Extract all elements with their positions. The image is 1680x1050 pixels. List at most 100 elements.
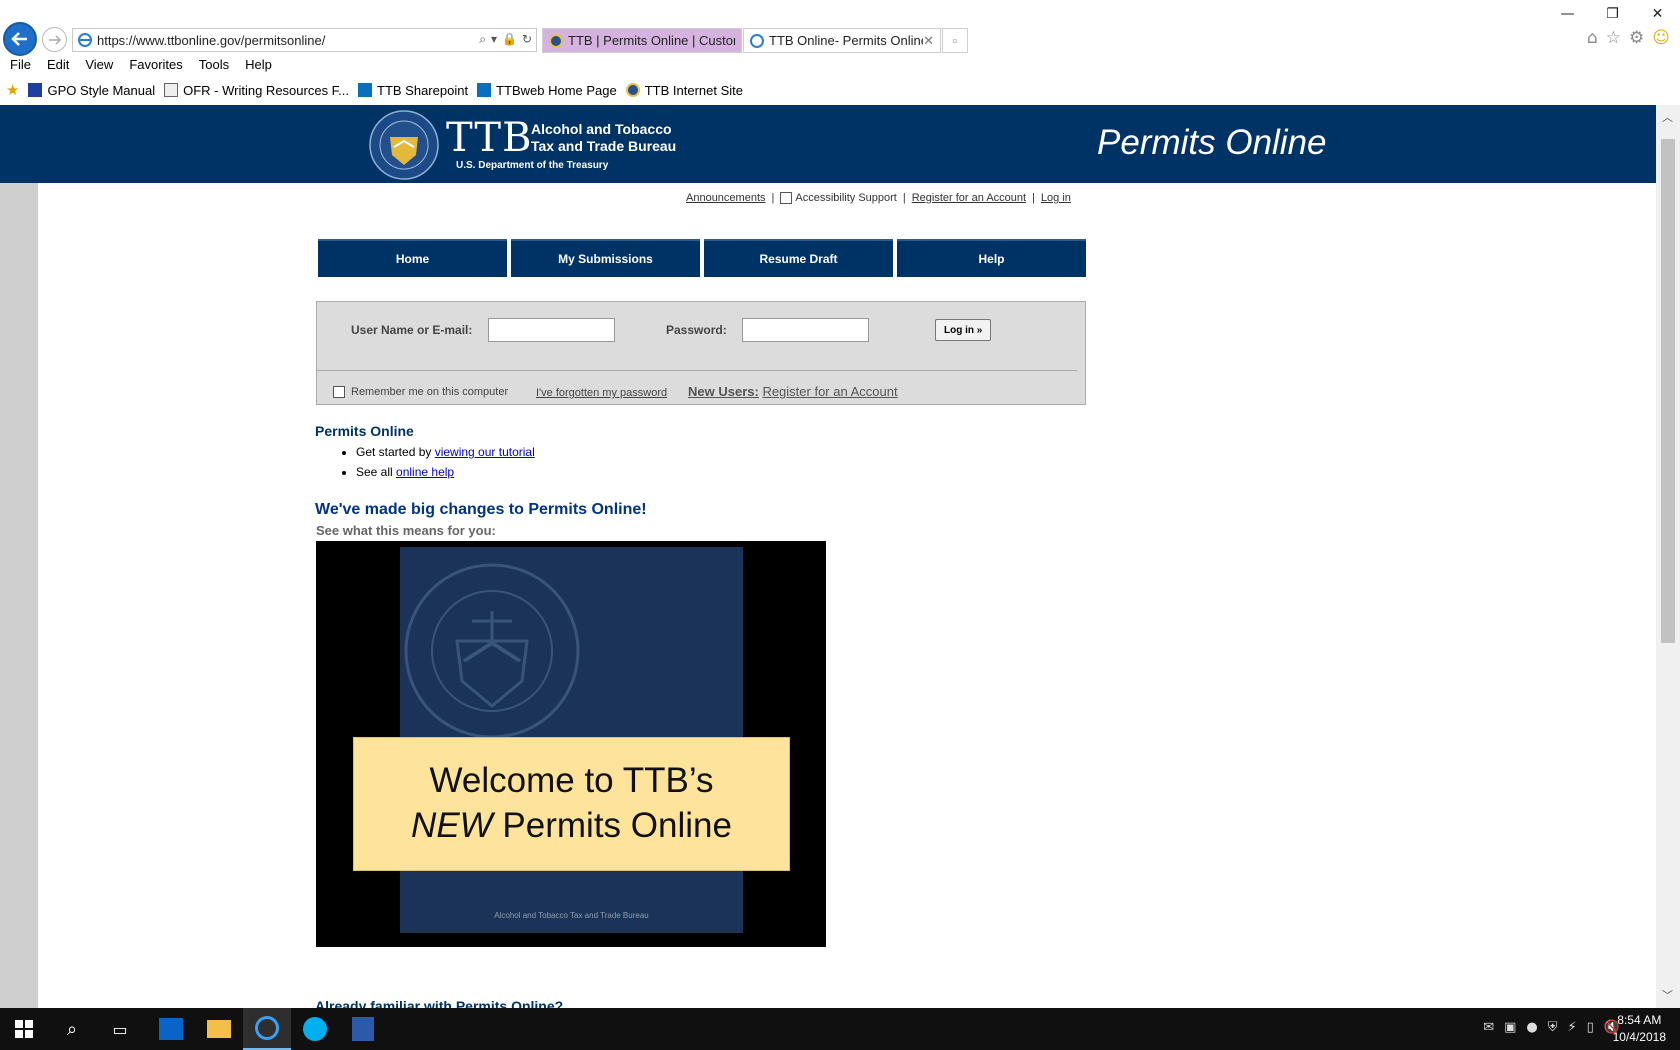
nav-help[interactable]: Help [897, 239, 1086, 277]
arrow-left-icon [11, 32, 27, 46]
menu-view[interactable]: View [85, 57, 113, 72]
changes-heading: We've made big changes to Permits Online… [315, 501, 647, 518]
agency-name: Alcohol and Tobacco Tax and Trade Bureau [531, 121, 676, 155]
chevron-down-icon[interactable]: ▾ [491, 32, 497, 47]
username-input[interactable] [488, 318, 615, 342]
main-nav: Home My Submissions Resume Draft Help [318, 239, 1086, 277]
system-clock[interactable]: 8:54 AM 10/4/2018 [1613, 1012, 1666, 1046]
ttb-seal-logo[interactable] [368, 109, 440, 181]
video-title-line1: Welcome to TTB’s [429, 761, 714, 800]
browser-tab-active[interactable]: TTB Online- Permits Online... ✕ [743, 28, 941, 53]
nav-my-submissions[interactable]: My Submissions [511, 239, 700, 277]
clock-date: 10/4/2018 [1612, 1030, 1666, 1044]
outlook-tray-icon[interactable]: ▣ [1504, 1020, 1516, 1035]
taskbar-skype[interactable] [291, 1008, 339, 1050]
tab-label: TTB | Permits Online | Custom... [568, 33, 735, 48]
start-button[interactable] [0, 1008, 48, 1050]
usb-icon[interactable]: ▯ [1587, 1020, 1594, 1035]
forgot-password-link[interactable]: I've forgotten my password [536, 387, 667, 399]
menu-favorites[interactable]: Favorites [129, 57, 182, 72]
ttb-wordmark[interactable]: TTB [446, 115, 533, 161]
favorite-ttb-sharepoint[interactable]: TTB Sharepoint [358, 83, 468, 98]
new-tab-icon: ▫ [952, 33, 958, 48]
skype-tray-icon[interactable]: ● [1526, 1020, 1537, 1035]
favorite-ofr[interactable]: OFR - Writing Resources F... [164, 83, 349, 98]
department-name: U.S. Department of the Treasury [456, 160, 609, 171]
ie-icon [255, 1016, 279, 1040]
star-icon[interactable]: ☆ [1606, 28, 1621, 48]
scroll-down-icon[interactable]: ﹀ [1662, 987, 1673, 1003]
site-header: TTB Alcohol and Tobacco Tax and Trade Bu… [0, 105, 1656, 183]
remember-me-checkbox[interactable] [333, 386, 345, 398]
menu-help[interactable]: Help [245, 57, 272, 72]
taskbar-internet-explorer[interactable] [243, 1008, 291, 1050]
new-users: New Users: Register for an Account [688, 384, 898, 399]
network-icon[interactable]: ⚡ [1568, 1020, 1577, 1035]
arrow-right-icon [49, 35, 62, 45]
scroll-up-icon[interactable]: ︿ [1662, 109, 1673, 125]
new-tab-button[interactable]: ▫ [942, 28, 968, 53]
minimize-icon[interactable]: — [1545, 0, 1590, 28]
favorite-label: GPO Style Manual [47, 82, 156, 98]
tutorial-link[interactable]: viewing our tutorial [435, 445, 535, 459]
vertical-scrollbar[interactable]: ︿ ﹀ [1656, 105, 1680, 1008]
username-label: User Name or E-mail: [351, 323, 473, 337]
menu-tools[interactable]: Tools [199, 57, 229, 72]
address-bar-icons: ⌕ ▾ 🔒 ↻ [479, 32, 532, 47]
ttb-seal-icon [549, 33, 563, 48]
taskbar-word[interactable] [339, 1008, 387, 1050]
search-icon[interactable]: ⌕ [479, 32, 486, 47]
agency-name-line1: Alcohol and Tobacco [531, 121, 672, 137]
favorite-ttb-internet[interactable]: TTB Internet Site [625, 83, 743, 98]
login-link[interactable]: Log in [1041, 192, 1071, 204]
menu-file[interactable]: File [10, 57, 31, 72]
scroll-thumb[interactable] [1661, 139, 1675, 643]
task-view-button[interactable]: ▭ [96, 1008, 144, 1050]
refresh-icon[interactable]: ↻ [522, 32, 532, 47]
remember-me-label[interactable]: Remember me on this computer [351, 386, 508, 398]
register-link[interactable]: Register for an Account [912, 192, 1026, 204]
smiley-icon[interactable]: ☺ [1652, 28, 1670, 48]
page-icon [164, 83, 179, 97]
nav-resume-draft[interactable]: Resume Draft [704, 239, 893, 277]
browser-tab[interactable]: TTB | Permits Online | Custom... [542, 28, 742, 53]
new-users-register-link[interactable]: Register for an Account [762, 384, 897, 399]
taskbar-outlook[interactable] [147, 1008, 195, 1050]
search-button[interactable]: ⌕ [48, 1008, 96, 1050]
sharepoint-icon [477, 83, 492, 97]
ie-icon [750, 33, 764, 48]
home-icon[interactable]: ⌂ [1587, 28, 1598, 48]
close-icon[interactable]: ✕ [923, 33, 934, 49]
forward-button[interactable] [42, 27, 67, 52]
mail-icon[interactable]: ✉ [1483, 1020, 1494, 1035]
folder-icon [207, 1020, 231, 1038]
intro-video[interactable]: Alcohol and Tobacco Tax and Trade Bureau… [316, 541, 826, 947]
windows-icon [15, 1020, 33, 1038]
restore-icon[interactable]: ❐ [1590, 0, 1635, 28]
nav-home[interactable]: Home [318, 239, 507, 277]
close-window-icon[interactable]: ✕ [1635, 0, 1680, 28]
address-url[interactable]: https://www.ttbonline.gov/permitsonline/ [97, 33, 325, 48]
shield-icon[interactable]: ⛨ [1548, 1020, 1558, 1035]
favorites-star[interactable]: ★ [6, 81, 19, 99]
ttb-seal-watermark [404, 563, 580, 739]
favorite-gpo[interactable]: GPO Style Manual [28, 83, 155, 98]
lock-icon[interactable]: 🔒 [502, 32, 517, 47]
favorite-ttbweb[interactable]: TTBweb Home Page [477, 83, 617, 98]
gear-icon[interactable]: ⚙ [1629, 28, 1644, 48]
login-button[interactable]: Log in » [935, 319, 992, 341]
accessibility-label[interactable]: Accessibility Support [795, 192, 897, 204]
menu-edit[interactable]: Edit [47, 57, 69, 72]
video-title-banner: Welcome to TTB’s NEW Permits Online [353, 737, 790, 871]
permits-online-heading: Permits Online [315, 423, 414, 439]
accessibility-checkbox[interactable] [780, 192, 793, 204]
password-input[interactable] [742, 318, 869, 342]
ie-icon [78, 33, 92, 47]
address-bar[interactable]: https://www.ttbonline.gov/permitsonline/… [72, 28, 537, 52]
browser-chrome: https://www.ttbonline.gov/permitsonline/… [0, 0, 1680, 105]
back-button[interactable] [3, 22, 37, 56]
online-help-link[interactable]: online help [396, 465, 454, 479]
windows-taskbar: ⌕ ▭ ✉ ▣ ● ⛨ ⚡ ▯ 🔇 8:54 AM 10/4/2018 [0, 1008, 1680, 1050]
taskbar-file-explorer[interactable] [195, 1008, 243, 1050]
announcements-link[interactable]: Announcements [686, 192, 766, 204]
